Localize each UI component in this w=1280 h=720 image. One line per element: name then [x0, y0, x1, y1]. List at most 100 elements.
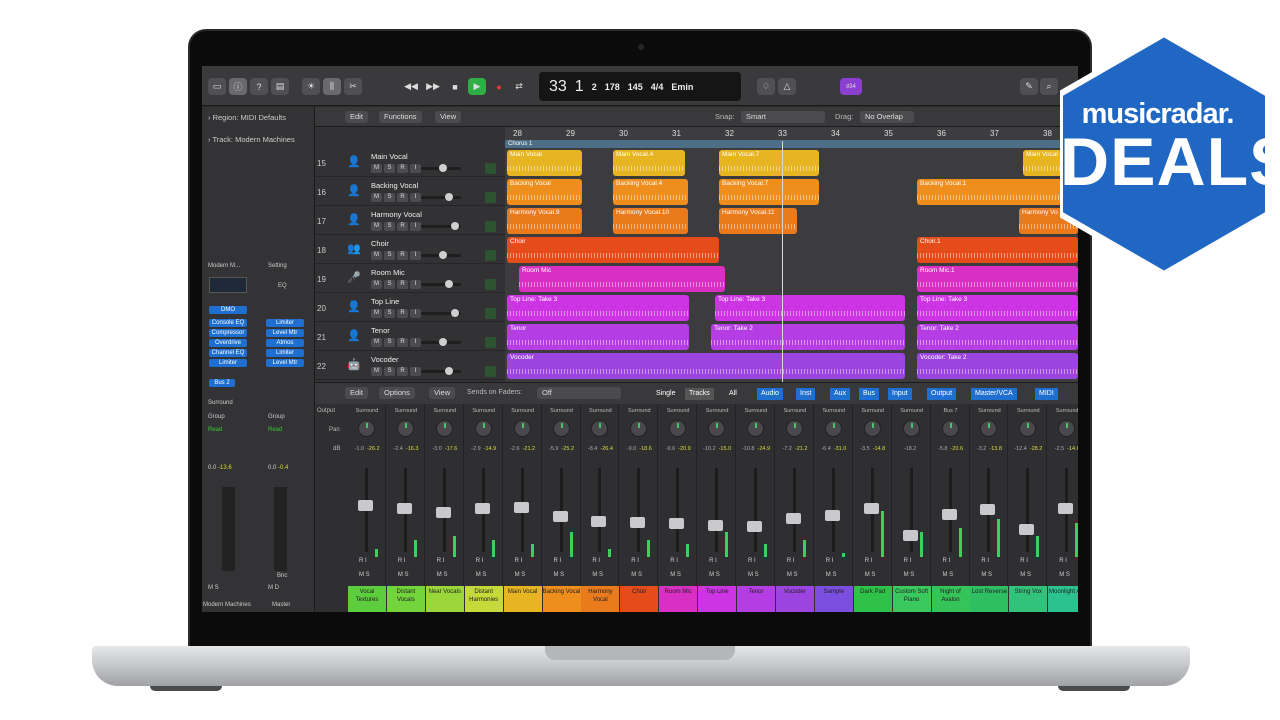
search-button[interactable]: ⌕: [1040, 78, 1058, 95]
channel-name[interactable]: String Vox: [1009, 586, 1048, 612]
record-enable-button[interactable]: R: [397, 338, 408, 347]
output-slot[interactable]: Surround: [817, 408, 851, 414]
channel-strip[interactable]: Surround -2.4 -16.3 R I M S Distant Vocals: [386, 404, 425, 612]
mute-solo-buttons[interactable]: M S: [943, 572, 954, 578]
inspector-preset[interactable]: Modern M...: [208, 263, 240, 269]
pan-knob[interactable]: [902, 420, 920, 437]
channel-name[interactable]: Top Line: [698, 586, 737, 612]
stop-button[interactable]: ■: [446, 78, 464, 95]
channel-strip[interactable]: Surround -3.5 -14.8 R I M S Dark Pad: [853, 404, 892, 612]
plugin-slot-b[interactable]: Level Mtr: [266, 329, 304, 337]
mute-solo-buttons[interactable]: M S: [981, 572, 992, 578]
output-slot[interactable]: Surround: [972, 408, 1006, 414]
mute-button[interactable]: M: [371, 367, 382, 376]
mixer-options-menu[interactable]: Options: [379, 387, 415, 399]
volume-fader[interactable]: [669, 518, 685, 530]
record-input-buttons[interactable]: R I: [904, 558, 912, 564]
pan-knob[interactable]: [552, 420, 570, 437]
automation-read-b[interactable]: Read: [268, 427, 282, 433]
track-region[interactable]: Harmony Vocal.11: [719, 208, 797, 234]
input-monitor-button[interactable]: I: [410, 164, 421, 173]
volume-fader[interactable]: [863, 503, 879, 514]
solo-button[interactable]: S: [384, 251, 395, 260]
mute-solo-a[interactable]: M S: [208, 585, 219, 591]
automation-read-a[interactable]: Read: [208, 427, 222, 433]
channel-strip[interactable]: Surround -10.8 -24.9 R I M S Tenor: [737, 404, 775, 612]
mixer-filter-audio[interactable]: Audio: [757, 388, 783, 400]
mute-solo-buttons[interactable]: M S: [787, 572, 798, 578]
output-slot[interactable]: Surround: [1011, 408, 1045, 414]
record-input-buttons[interactable]: R I: [592, 558, 600, 564]
record-input-buttons[interactable]: R I: [1020, 558, 1028, 564]
output-slot[interactable]: Surround: [856, 408, 890, 414]
record-button[interactable]: ●: [490, 78, 508, 95]
channel-name[interactable]: Lost Reverse: [970, 586, 1009, 612]
pan-knob[interactable]: [785, 420, 803, 437]
track-header[interactable]: 18 👥 Choir M S R I: [315, 236, 505, 264]
channel-strip[interactable]: Surround -3.0 -17.6 R I M S Near Vocals: [425, 404, 464, 612]
drag-select[interactable]: No Overlap: [860, 111, 914, 123]
track-region[interactable]: Top Line: Take 3: [507, 295, 689, 321]
output-slot[interactable]: Surround: [506, 408, 540, 414]
volume-fader[interactable]: [358, 499, 373, 511]
inspector-fader-a[interactable]: [222, 487, 235, 571]
channel-name[interactable]: Harmony Vocal: [581, 586, 620, 612]
volume-knob[interactable]: [445, 367, 453, 375]
record-enable-button[interactable]: R: [397, 164, 408, 173]
library-button[interactable]: ▭: [208, 78, 226, 95]
channel-strip[interactable]: Surround -5.9 -25.2 R I M S Backing Vocal: [542, 404, 581, 612]
output-slot[interactable]: Surround: [428, 408, 462, 414]
record-input-buttons[interactable]: R I: [398, 558, 406, 564]
edit-menu[interactable]: Edit: [345, 111, 368, 123]
mixer-filter-midi[interactable]: MIDI: [1035, 388, 1058, 400]
track-header[interactable]: 16 👤 Backing Vocal M S R I: [315, 178, 505, 206]
volume-fader[interactable]: [902, 529, 918, 541]
smart-controls-button[interactable]: ☀: [302, 78, 320, 95]
track-region[interactable]: Vocoder: [507, 353, 905, 379]
plugin-slot-a[interactable]: Compressor: [209, 329, 247, 337]
mute-solo-buttons[interactable]: M S: [359, 572, 370, 578]
send-bus-2[interactable]: Bus 2: [209, 379, 235, 387]
arrangement-area[interactable]: Main Vocal Main Vocal.4 Main Vocal.7 Main V…: [505, 148, 1078, 382]
plugin-slot-a[interactable]: Overdrive: [209, 339, 247, 347]
output-slot[interactable]: Surround: [778, 408, 812, 414]
channel-name[interactable]: Vocoder: [775, 586, 814, 612]
metronome-button[interactable]: △: [778, 78, 796, 95]
pan-knob[interactable]: [591, 420, 609, 437]
volume-knob[interactable]: [445, 280, 453, 288]
pan-knob[interactable]: [1019, 420, 1037, 437]
record-input-buttons[interactable]: R I: [359, 558, 367, 564]
pan-knob[interactable]: [435, 420, 453, 437]
mute-solo-buttons[interactable]: M S: [1059, 572, 1070, 578]
channel-name[interactable]: Main Vocal: [503, 586, 542, 612]
pan-knob[interactable]: [513, 420, 531, 437]
mute-solo-buttons[interactable]: M S: [865, 572, 876, 578]
track-volume-slider[interactable]: [421, 193, 461, 201]
record-input-buttons[interactable]: R I: [476, 558, 484, 564]
lcd-mode-badge[interactable]: ♯34: [840, 78, 862, 95]
track-volume-slider[interactable]: [421, 338, 461, 346]
channel-name[interactable]: Sample: [814, 586, 853, 612]
track-header[interactable]: 17 👤 Harmony Vocal M S R I: [315, 207, 505, 235]
channel-name[interactable]: Moonlight Ark: [1048, 586, 1078, 612]
volume-fader[interactable]: [980, 504, 996, 516]
input-monitor-button[interactable]: I: [410, 251, 421, 260]
record-input-buttons[interactable]: R I: [943, 558, 951, 564]
track-volume-slider[interactable]: [421, 251, 461, 259]
rewind-button[interactable]: ◀◀: [402, 78, 420, 95]
mode-all[interactable]: All: [725, 388, 741, 400]
plugin-dmo[interactable]: DMO: [209, 306, 247, 314]
track-header[interactable]: 21 👤 Tenor M S R I: [315, 323, 505, 351]
volume-fader[interactable]: [785, 512, 801, 524]
volume-knob[interactable]: [439, 338, 447, 346]
pan-knob[interactable]: [358, 420, 375, 437]
channel-strip[interactable]: Surround -10.2 -15.0 R I M S Top Line: [698, 404, 737, 612]
group-b[interactable]: Group: [268, 414, 285, 420]
channel-strip[interactable]: Surround -2.9 -14.9 R I M S Distant Harmonies: [464, 404, 503, 612]
mixer-filter-inst[interactable]: Inst: [796, 388, 816, 400]
playhead[interactable]: [782, 141, 783, 382]
channel-strip[interactable]: Surround -9.6 -20.9 R I M S Room Mic: [659, 404, 698, 612]
mute-solo-buttons[interactable]: M S: [904, 572, 915, 578]
mute-solo-buttons[interactable]: M S: [748, 572, 759, 578]
mute-solo-buttons[interactable]: M S: [515, 572, 526, 578]
